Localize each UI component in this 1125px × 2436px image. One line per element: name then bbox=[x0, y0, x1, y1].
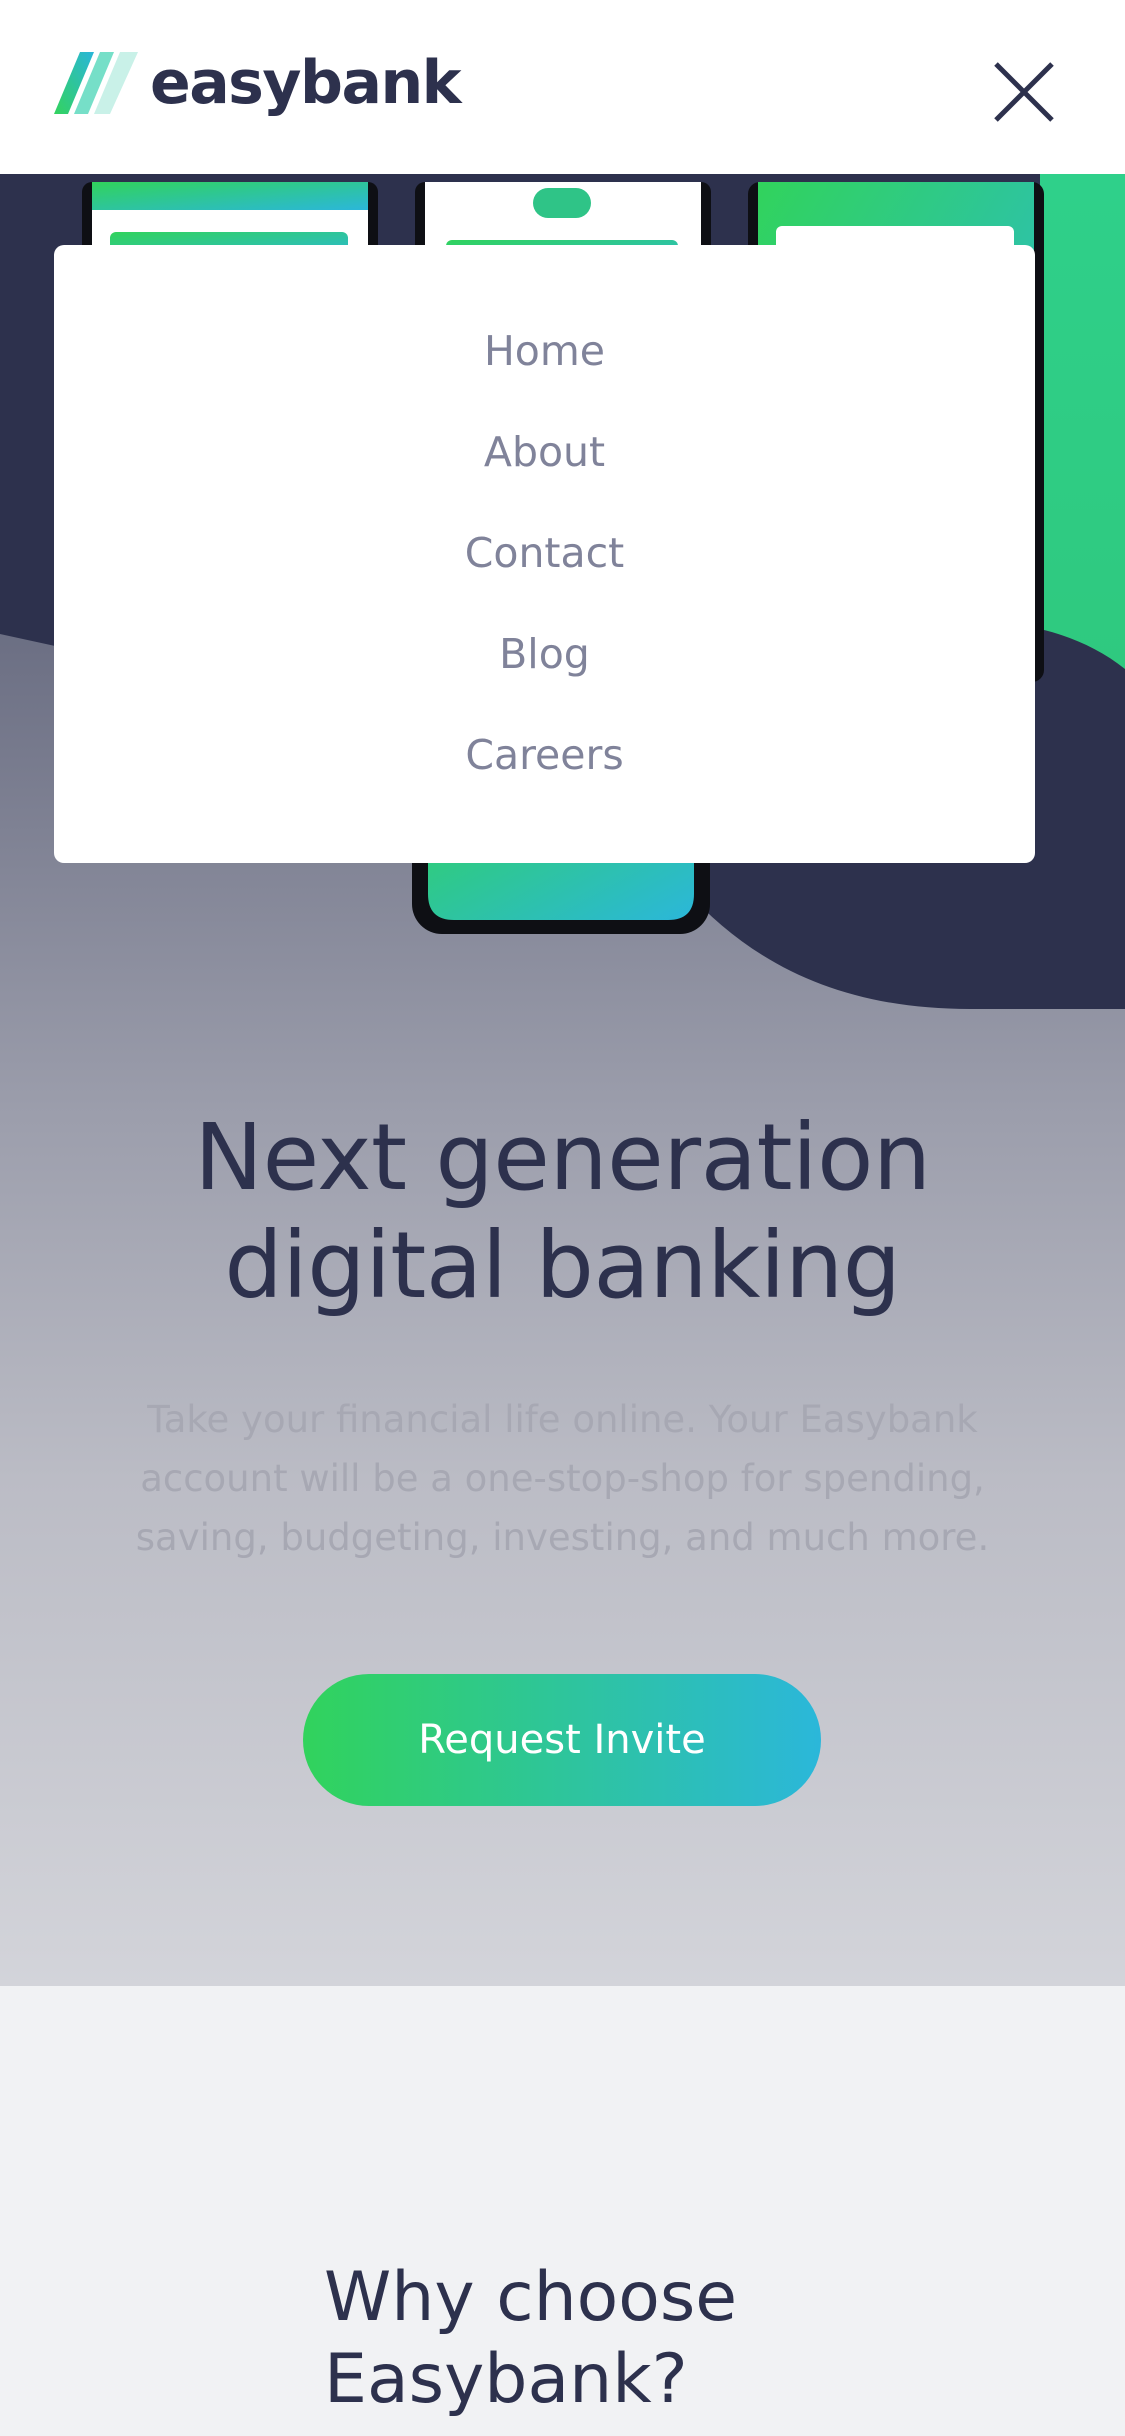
logo[interactable]: easybank bbox=[54, 47, 462, 118]
hero-title-line-2: digital banking bbox=[224, 1212, 901, 1319]
brand-name: easybank bbox=[150, 47, 462, 118]
why-title-line-2: Easybank? bbox=[324, 2340, 688, 2419]
site-header: easybank bbox=[0, 0, 1125, 174]
why-title-line-1: Why choose bbox=[324, 2258, 738, 2337]
menu-item-home[interactable]: Home bbox=[54, 321, 1035, 381]
logo-mark-icon bbox=[54, 51, 138, 114]
close-icon[interactable] bbox=[992, 60, 1056, 124]
menu-item-blog[interactable]: Blog bbox=[54, 624, 1035, 684]
hero-description: Take your financial life online. Your Ea… bbox=[135, 1398, 990, 1559]
hero-title: Next generation digital banking bbox=[0, 1104, 1125, 1320]
mobile-menu: Home About Contact Blog Careers bbox=[54, 245, 1035, 863]
menu-item-about[interactable]: About bbox=[54, 422, 1035, 482]
menu-item-contact[interactable]: Contact bbox=[54, 523, 1035, 583]
why-title: Why choose Easybank? bbox=[324, 2257, 924, 2421]
menu-item-careers[interactable]: Careers bbox=[54, 725, 1035, 785]
hero-title-line-1: Next generation bbox=[194, 1104, 931, 1211]
request-invite-button[interactable]: Request Invite bbox=[303, 1674, 821, 1806]
